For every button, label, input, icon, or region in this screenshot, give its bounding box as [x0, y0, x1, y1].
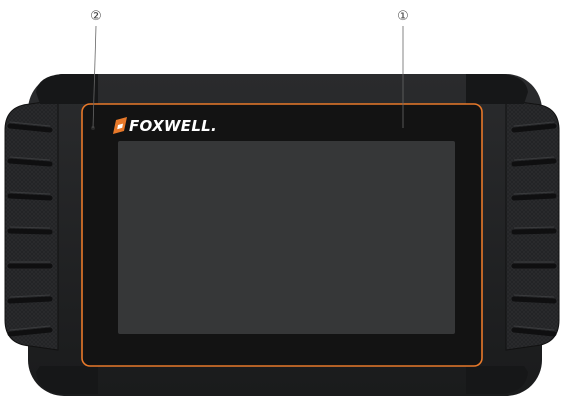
left-grip [4, 99, 59, 351]
brand-logo: FOXWELL. [113, 117, 217, 135]
brand-name: FOXWELL. [129, 117, 217, 135]
callout-1-label: ① [397, 9, 409, 24]
callout-2-label: ② [90, 9, 102, 24]
figure: FOXWELL. ① ② [0, 0, 564, 402]
right-grip [505, 99, 560, 351]
display-screen[interactable] [118, 141, 455, 334]
device-illustration: FOXWELL. ① ② [4, 9, 560, 396]
